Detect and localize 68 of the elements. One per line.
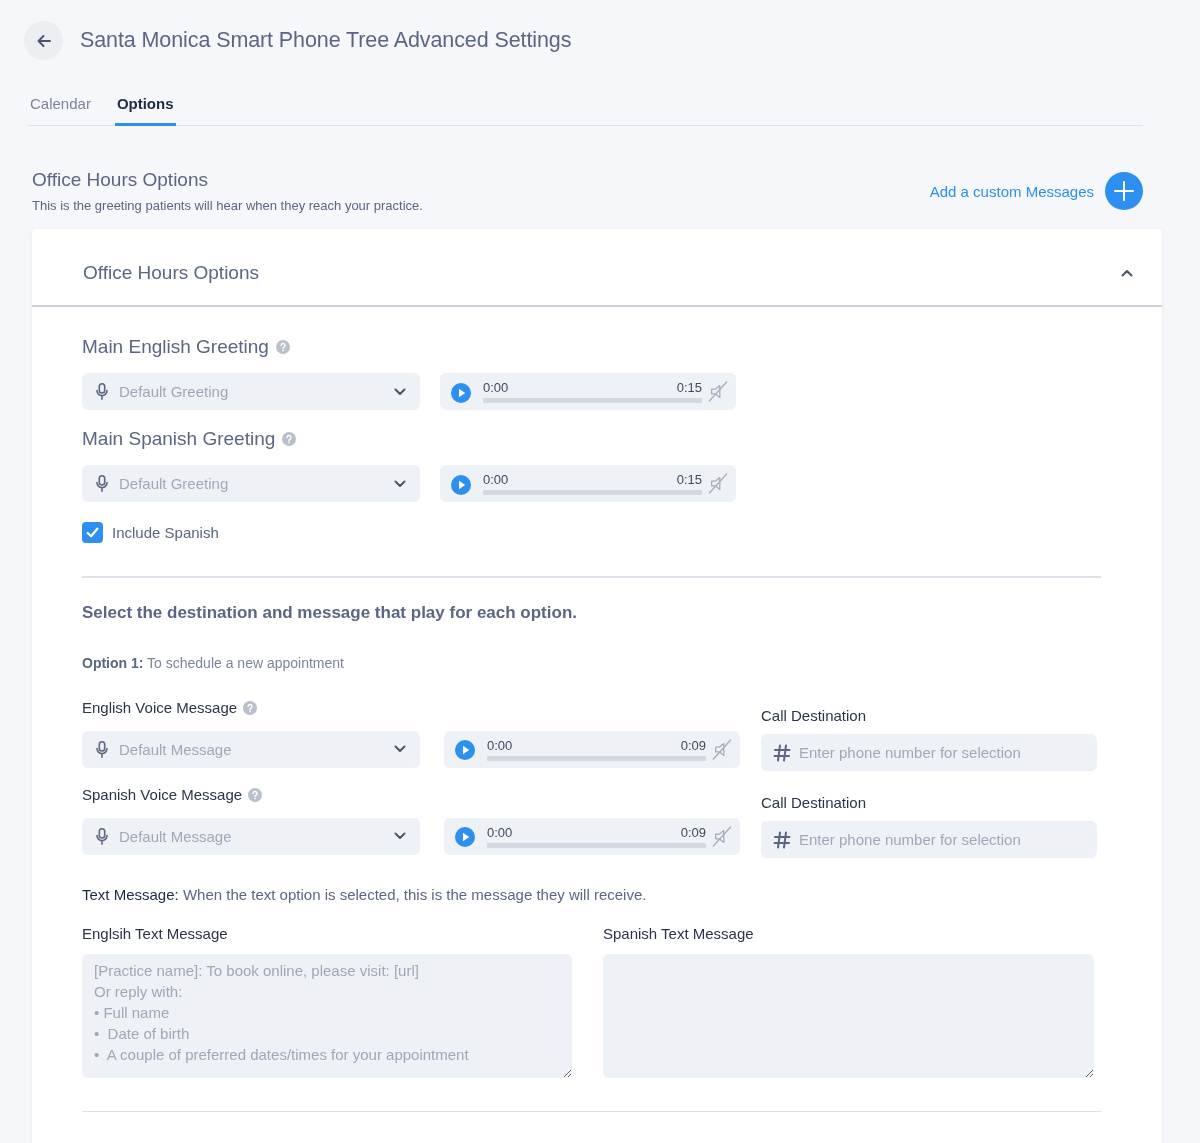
muted-speaker-icon[interactable] — [712, 824, 732, 848]
phone-number-field[interactable]: Enter phone number for selection — [761, 733, 1097, 771]
hash-icon — [773, 743, 791, 762]
chevron-down-icon — [394, 745, 406, 753]
back-button[interactable] — [24, 21, 63, 60]
add-message-button[interactable] — [1105, 172, 1143, 210]
checkmark-icon — [86, 526, 99, 539]
help-icon[interactable] — [248, 787, 263, 802]
play-icon[interactable] — [451, 474, 471, 495]
text-message-field[interactable] — [603, 953, 1094, 1078]
option-description: Option 1: To schedule a new appointment — [82, 654, 345, 671]
muted-speaker-icon[interactable] — [708, 380, 728, 403]
current-time: 0:00 — [483, 472, 509, 487]
microphone-icon — [96, 827, 108, 845]
microphone-icon — [96, 740, 108, 758]
play-icon[interactable] — [455, 740, 475, 760]
muted-speaker-icon[interactable] — [708, 472, 728, 495]
help-icon[interactable] — [275, 340, 290, 354]
duration-time: 0:15 — [676, 472, 702, 487]
text-message-label: Spanish Text Message — [603, 923, 755, 944]
message-dropdown[interactable]: Default Greeting — [82, 465, 420, 502]
play-icon[interactable] — [451, 382, 471, 403]
tab[interactable]: Options — [114, 95, 176, 126]
progress-track[interactable] — [483, 490, 702, 495]
progress-track[interactable] — [487, 755, 706, 761]
microphone-icon — [96, 475, 108, 492]
checkbox-label: Include Spanish — [112, 524, 219, 541]
tab[interactable]: Calendar — [28, 95, 93, 126]
message-dropdown[interactable]: Default Greeting — [82, 373, 420, 410]
hash-icon — [773, 830, 791, 849]
play-icon[interactable] — [455, 827, 475, 847]
duration-time: 0:15 — [676, 380, 702, 395]
muted-speaker-icon[interactable] — [712, 737, 732, 761]
chevron-down-icon — [394, 387, 406, 396]
section-subtitle: This is the greeting patients will hear when they reach your practice. — [32, 198, 423, 213]
voice-message-label: English Voice Message — [82, 697, 238, 718]
duration-time: 0:09 — [680, 737, 706, 753]
text-message-label: Englsih Text Message — [82, 923, 229, 944]
greeting-label: Main English Greeting — [82, 335, 269, 359]
progress-track[interactable] — [483, 398, 702, 403]
page-title: Santa Monica Smart Phone Tree Advanced Settings — [80, 28, 572, 53]
message-dropdown[interactable]: Default Message — [82, 817, 420, 855]
help-icon[interactable] — [282, 432, 297, 446]
card-title: Office Hours Options — [83, 262, 259, 284]
chevron-up-icon[interactable] — [1121, 269, 1133, 277]
add-custom-message-link[interactable]: Add a custom Messages — [929, 182, 1094, 200]
chevron-down-icon — [394, 832, 406, 840]
progress-track[interactable] — [487, 842, 706, 848]
section-title: Office Hours Options — [32, 169, 209, 191]
checkbox[interactable] — [82, 522, 103, 543]
help-icon[interactable] — [243, 700, 258, 715]
duration-time: 0:09 — [680, 824, 706, 840]
back-arrow-icon — [35, 32, 52, 49]
current-time: 0:00 — [487, 824, 513, 840]
phone-number-field[interactable]: Enter phone number for selection — [761, 820, 1097, 858]
voice-message-label: Spanish Voice Message — [82, 784, 243, 805]
call-destination-label: Call Destination — [761, 705, 868, 726]
call-destination-label: Call Destination — [761, 792, 868, 813]
chevron-down-icon — [394, 479, 406, 488]
current-time: 0:00 — [487, 737, 513, 753]
instruction-text: Select the destination and message that play for each option. — [82, 601, 578, 624]
text-message-note: Text Message: When the text option is selected, this is the message they will receive. — [82, 884, 648, 905]
message-dropdown[interactable]: Default Message — [82, 730, 420, 768]
current-time: 0:00 — [483, 380, 509, 395]
plus-icon — [1114, 181, 1134, 201]
microphone-icon — [96, 383, 108, 400]
greeting-label: Main Spanish Greeting — [82, 427, 276, 451]
text-message-field[interactable]: [Practice name]: To book online, please visit: [url] Or reply with: • Full name • Date of birth • A couple of preferred dates/times for your appointment — [82, 953, 572, 1078]
